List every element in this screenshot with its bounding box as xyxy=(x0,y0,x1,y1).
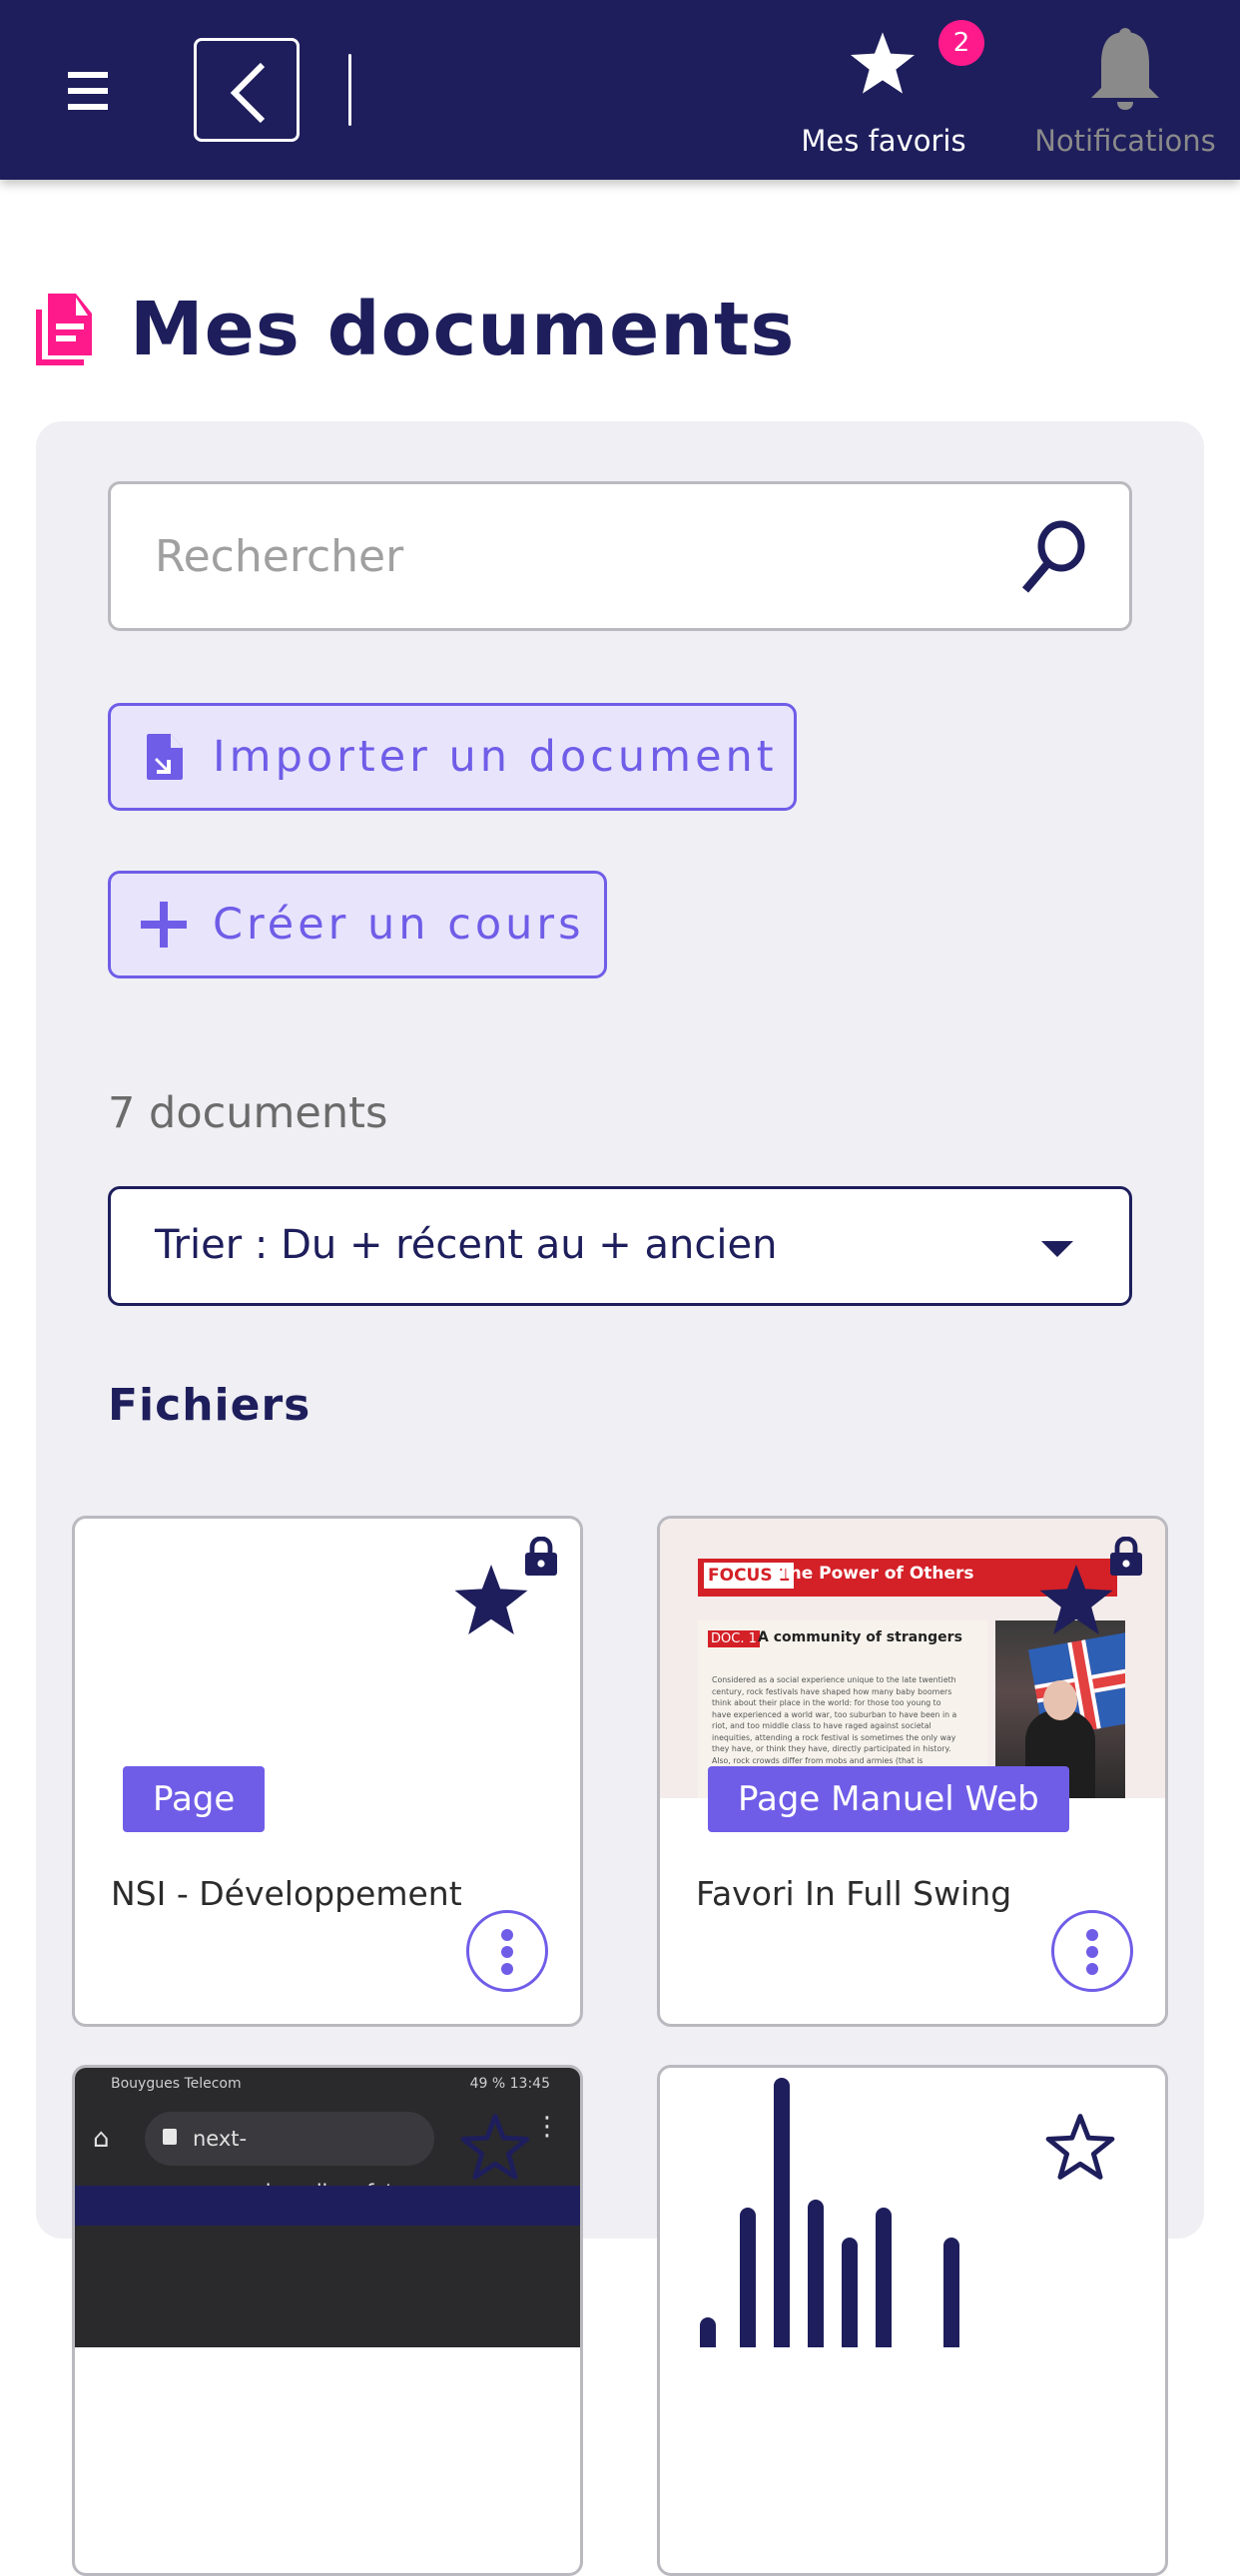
hamburger-menu-icon-line xyxy=(68,88,108,94)
search-input[interactable] xyxy=(155,524,953,588)
more-vertical-icon-dot xyxy=(1086,1946,1098,1958)
more-vertical-icon-dot xyxy=(501,1963,513,1975)
import-document-button[interactable]: Importer un document xyxy=(108,703,797,811)
sort-selected-value: Trier : Du + récent au + ancien xyxy=(155,1222,778,1268)
thumbnail-doc-body: Considered as a social experience unique… xyxy=(712,1675,957,1765)
star-filled-icon[interactable] xyxy=(1039,1565,1113,1634)
notifications-label: Notifications xyxy=(1034,124,1216,158)
favorites-count-badge: 2 xyxy=(938,20,984,66)
thumbnail-bar xyxy=(808,2200,824,2347)
back-button[interactable] xyxy=(194,38,300,142)
star-outline-icon[interactable] xyxy=(1043,2112,1117,2182)
more-vertical-icon: ⋮ xyxy=(534,2112,560,2142)
page-title: Mes documents xyxy=(36,280,795,379)
documents-panel: Importer un document Créer un cours 7 do… xyxy=(36,421,1204,2576)
document-card[interactable] xyxy=(657,2065,1168,2576)
lock-icon xyxy=(163,2129,177,2145)
create-course-button[interactable]: Créer un cours xyxy=(108,871,607,978)
home-icon: ⌂ xyxy=(93,2124,110,2154)
thumbnail-carrier: Bouygues Telecom xyxy=(111,2076,242,2092)
sort-select[interactable]: Trier : Du + récent au + ancien xyxy=(108,1186,1132,1306)
document-thumbnail xyxy=(660,2068,1165,2347)
document-card[interactable]: Bouygues Telecom 49 % 13:45 ⌂ next-rece.… xyxy=(72,2065,583,2576)
hamburger-menu-icon xyxy=(68,72,108,78)
document-card[interactable]: Page NSI - Développement xyxy=(72,1516,583,2027)
document-thumbnail: FOCUS 1 The Power of Others DOC. 1 A com… xyxy=(660,1519,1165,1798)
thumbnail-banner-title: The Power of Others xyxy=(778,1564,974,1584)
import-document-label: Importer un document xyxy=(213,732,778,782)
plus-icon xyxy=(141,902,187,948)
more-vertical-icon xyxy=(501,1929,513,1941)
lock-icon xyxy=(1110,1537,1142,1576)
thumbnail-bar xyxy=(842,2238,858,2347)
chevron-left-icon xyxy=(230,62,266,124)
lock-icon xyxy=(525,1537,557,1576)
thumbnail-doc-title: A community of strangers xyxy=(758,1629,962,1645)
document-title: NSI - Développement xyxy=(111,1874,462,1913)
document-card[interactable]: FOCUS 1 The Power of Others DOC. 1 A com… xyxy=(657,1516,1168,2027)
dropdown-caret-icon xyxy=(1041,1241,1073,1257)
document-count: 7 documents xyxy=(108,1088,388,1138)
thumbnail-nav-bar xyxy=(75,2186,580,2226)
thumbnail-bar xyxy=(943,2238,959,2347)
hamburger-menu-icon-line xyxy=(68,104,108,110)
more-vertical-icon-dot xyxy=(501,1946,513,1958)
favorites-button[interactable]: 2 Mes favoris xyxy=(779,20,988,160)
more-options-button[interactable] xyxy=(466,1910,548,1992)
more-vertical-icon xyxy=(1086,1929,1098,1941)
files-section-title: Fichiers xyxy=(108,1380,311,1431)
star-icon xyxy=(851,32,915,94)
documents-icon xyxy=(36,294,92,365)
create-course-label: Créer un cours xyxy=(213,900,585,950)
top-app-bar: 2 Mes favoris Notifications xyxy=(0,0,1240,180)
file-import-icon xyxy=(147,734,183,780)
menu-button[interactable] xyxy=(62,68,122,116)
more-vertical-icon-dot xyxy=(1086,1963,1098,1975)
thumbnail-url-bar: next-rece.educadhoc.fr/ xyxy=(145,2112,434,2205)
toolbar-divider xyxy=(348,54,351,126)
bell-icon xyxy=(1091,28,1159,110)
thumbnail-bar xyxy=(774,2078,790,2347)
star-outline-icon[interactable] xyxy=(458,2112,532,2182)
notifications-button[interactable]: Notifications xyxy=(1018,20,1232,160)
search-icon[interactable] xyxy=(1011,516,1091,596)
thumbnail-status-right: 49 % 13:45 xyxy=(469,2076,550,2092)
thumbnail-bar xyxy=(700,2317,716,2347)
document-title: Favori In Full Swing xyxy=(696,1874,1012,1913)
document-type-badge: Page Manuel Web xyxy=(708,1766,1069,1832)
star-filled-icon[interactable] xyxy=(454,1565,528,1634)
thumbnail-doc-label: DOC. 1 xyxy=(708,1630,760,1647)
document-thumbnail: Bouygues Telecom 49 % 13:45 ⌂ next-rece.… xyxy=(75,2068,580,2347)
thumbnail-bar xyxy=(876,2208,892,2347)
more-options-button[interactable] xyxy=(1051,1910,1133,1992)
favorites-label: Mes favoris xyxy=(801,124,966,158)
document-type-badge: Page xyxy=(123,1766,266,1832)
thumbnail-bar xyxy=(740,2208,756,2347)
page-title-text: Mes documents xyxy=(130,287,796,372)
search-field xyxy=(108,481,1132,631)
thumbnail-status-bar: Bouygues Telecom 49 % 13:45 xyxy=(111,2076,550,2092)
